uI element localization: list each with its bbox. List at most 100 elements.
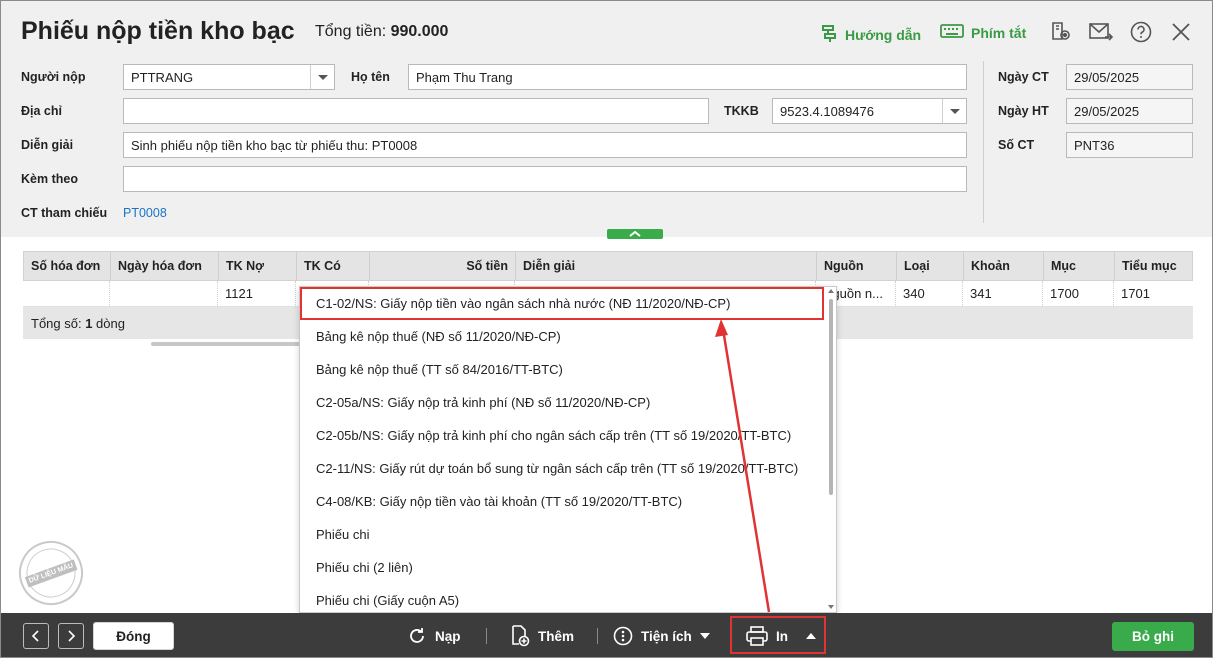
date-ct-value: 29/05/2025 (1074, 70, 1140, 85)
doc-no-field[interactable]: PNT36 (1066, 132, 1193, 158)
guide-link[interactable]: Hướng dẫn (820, 23, 921, 46)
doc-no-label: Số CT (998, 138, 1035, 152)
page-title: Phiếu nộp tiền kho bạc (21, 17, 295, 45)
next-button[interactable] (58, 623, 84, 649)
close-button[interactable]: Đóng (93, 622, 174, 650)
cell-type[interactable]: 340 (896, 281, 963, 307)
scroll-thumb[interactable] (151, 342, 311, 346)
sample-data-watermark: DỮ LIỆU MẪU (9, 531, 93, 615)
ref-link[interactable]: PT0008 (123, 206, 167, 220)
cell-invoice-date[interactable] (110, 281, 218, 307)
header-panel: Phiếu nộp tiền kho bạc Tổng tiền: 990.00… (1, 1, 1212, 237)
reload-label: Nạp (435, 628, 461, 644)
print-menu-item[interactable]: Phiếu chi (Giấy cuộn A5) (300, 584, 824, 612)
address-field[interactable] (123, 98, 709, 124)
col-type[interactable]: Loại (897, 252, 964, 280)
col-debit-account[interactable]: TK Nợ (219, 252, 297, 280)
caret-down-icon (699, 633, 710, 639)
cell-invoice-no[interactable] (23, 281, 110, 307)
tkkb-value: 9523.4.1089476 (780, 104, 874, 119)
total-value: 990.000 (390, 23, 449, 40)
print-menu-item[interactable]: Phiếu chi (300, 518, 824, 551)
col-amount[interactable]: Số tiền (370, 252, 516, 280)
attach-label: Kèm theo (21, 172, 78, 186)
print-menu-item[interactable]: Bảng kê nộp thuế (NĐ số 11/2020/NĐ-CP) (300, 320, 824, 353)
cell-item[interactable]: 1700 (1043, 281, 1114, 307)
print-menu-item[interactable]: C4-08/KB: Giấy nộp tiền vào tài khoản (T… (300, 485, 824, 518)
attach-field[interactable] (123, 166, 967, 192)
view-doc-icon[interactable] (1049, 20, 1073, 44)
ref-label: CT tham chiếu (21, 206, 108, 220)
address-label: Địa chỉ (21, 104, 62, 118)
col-invoice-date[interactable]: Ngày hóa đơn (111, 252, 219, 280)
add-label: Thêm (538, 628, 575, 644)
print-menu-item[interactable]: Phiếu chi (2 liên) (300, 551, 824, 584)
tkkb-combo[interactable]: 9523.4.1089476 (772, 98, 967, 124)
bottom-toolbar: Đóng Nạp Thêm Tiện ích In Bỏ ghi (1, 613, 1212, 657)
close-icon[interactable] (1169, 20, 1193, 44)
col-subitem[interactable]: Tiểu mục (1115, 252, 1194, 280)
add-document-icon (512, 625, 530, 647)
collapse-header-button[interactable] (607, 229, 663, 239)
cell-debit-account[interactable]: 1121 (218, 281, 296, 307)
utility-label: Tiện ích (641, 628, 692, 644)
col-credit-account[interactable]: TK Có (297, 252, 370, 280)
reload-button[interactable]: Nạp (407, 623, 461, 649)
payer-label: Người nộp (21, 70, 86, 84)
col-source[interactable]: Nguồn (817, 252, 897, 280)
scroll-up-icon[interactable] (828, 289, 834, 293)
scroll-thumb[interactable] (829, 299, 833, 495)
print-menu-scrollbar[interactable] (828, 295, 834, 600)
col-invoice-no[interactable]: Số hóa đơn (24, 252, 111, 280)
print-menu-item[interactable]: C2-11/NS: Giấy rút dự toán bổ sung từ ng… (300, 452, 824, 485)
print-menu-item[interactable]: Bảng kê nộp thuế (TT số 84/2016/TT-BTC) (300, 353, 824, 386)
printer-icon (746, 626, 768, 646)
total-amount: Tổng tiền: 990.000 (315, 23, 448, 41)
chevron-left-icon (31, 630, 39, 642)
print-menu-item[interactable]: C1-02/NS: Giấy nộp tiền vào ngân sách nh… (300, 287, 824, 320)
cell-section[interactable]: 341 (963, 281, 1043, 307)
print-label: In (776, 628, 788, 644)
window: Phiếu nộp tiền kho bạc Tổng tiền: 990.00… (0, 0, 1213, 658)
payer-dropdown-icon[interactable] (310, 65, 334, 89)
caret-up-icon[interactable] (806, 633, 816, 639)
tkkb-dropdown-icon[interactable] (942, 99, 966, 123)
col-item[interactable]: Mục (1044, 252, 1115, 280)
print-menu-item[interactable]: C2-05a/NS: Giấy nộp trả kinh phí (NĐ số … (300, 386, 824, 419)
scroll-down-icon[interactable] (828, 605, 834, 609)
chevron-right-icon (68, 630, 76, 642)
print-menu-item[interactable]: C2-05b/NS: Giấy nộp trả kinh phí cho ngâ… (300, 419, 824, 452)
toolbar-separator (597, 628, 598, 644)
summary-prefix: Tổng số: (31, 316, 86, 331)
print-button[interactable]: In (746, 623, 816, 649)
desc-field[interactable]: Sinh phiếu nộp tiền kho bạc từ phiếu thu… (123, 132, 967, 158)
send-mail-icon[interactable] (1089, 20, 1113, 44)
doc-no-value: PNT36 (1074, 138, 1115, 153)
col-section[interactable]: Khoản (964, 252, 1044, 280)
name-label: Họ tên (351, 70, 390, 84)
discard-button[interactable]: Bỏ ghi (1112, 622, 1194, 651)
keyboard-icon (940, 23, 964, 42)
desc-value: Sinh phiếu nộp tiền kho bạc từ phiếu thu… (131, 138, 418, 153)
payer-combo[interactable]: PTTRANG (123, 64, 335, 90)
shortcut-label: Phím tắt (971, 24, 1027, 41)
utility-button[interactable]: Tiện ích (613, 623, 710, 649)
cell-subitem[interactable]: 1701 (1114, 281, 1193, 307)
help-icon[interactable] (1129, 20, 1153, 44)
chevron-up-icon (629, 230, 641, 237)
more-icon (613, 626, 633, 646)
name-field[interactable]: Phạm Thu Trang (408, 64, 967, 90)
guide-label: Hướng dẫn (845, 26, 922, 43)
date-ht-value: 29/05/2025 (1074, 104, 1140, 119)
col-description[interactable]: Diễn giải (516, 252, 817, 280)
add-button[interactable]: Thêm (510, 623, 574, 649)
date-ct-label: Ngày CT (998, 70, 1049, 84)
shortcut-link[interactable]: Phím tắt (940, 23, 1026, 42)
toolbar-separator (486, 628, 487, 644)
date-ht-label: Ngày HT (998, 104, 1049, 118)
refresh-icon (410, 628, 424, 643)
desc-label: Diễn giải (21, 138, 74, 152)
date-ct-field[interactable]: 29/05/2025 (1066, 64, 1193, 90)
prev-button[interactable] (23, 623, 49, 649)
date-ht-field[interactable]: 29/05/2025 (1066, 98, 1193, 124)
